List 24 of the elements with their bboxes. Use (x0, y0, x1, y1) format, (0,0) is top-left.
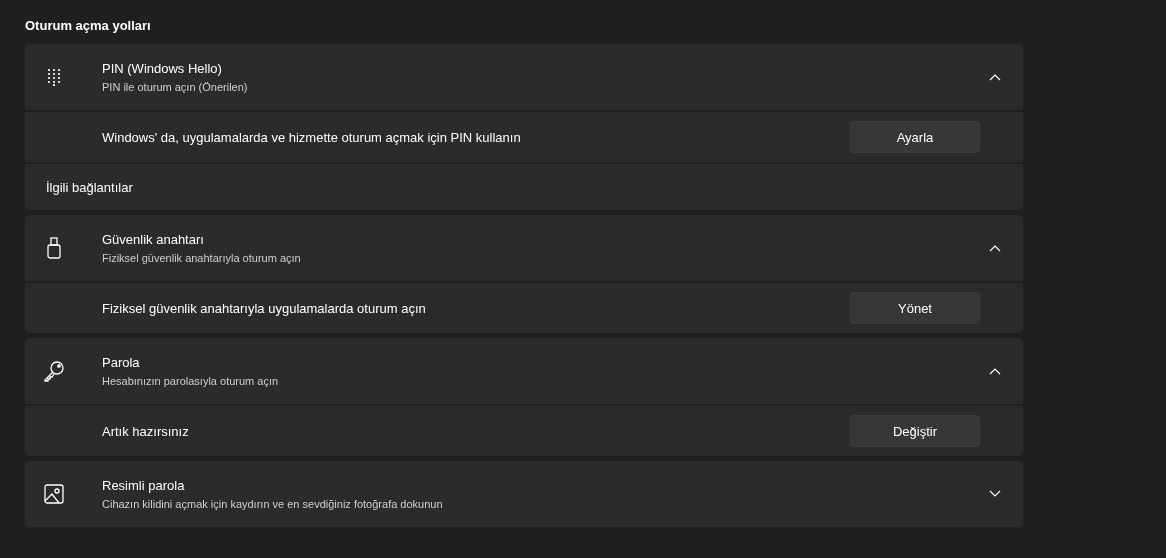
section-heading: Oturum açma yolları (25, 17, 152, 35)
keypad-icon (47, 68, 61, 86)
setting-label: Artık hazırsınız (102, 423, 190, 439)
expander-header[interactable]: Güvenlik anahtarı Fiziksel güvenlik anahtarıyla oturum açın (25, 215, 1023, 281)
related-links-label: İlgili bağlantılar (46, 179, 134, 195)
option-title: Resimli parola (102, 477, 186, 494)
image-icon (44, 484, 64, 504)
key-icon (43, 360, 65, 382)
expander-header[interactable]: Resimli parola Cihazın kilidini açmak için kaydırın ve en sevdiğiniz fotoğrafa dokunun (25, 461, 1023, 527)
option-title: Parola (102, 354, 141, 371)
option-description: Hesabınızın parolasıyla oturum açın (102, 373, 280, 388)
setting-label: Windows' da, uygulamalarda ve hizmette oturum açmak için PIN kullanın (102, 129, 522, 145)
option-description: Fiziksel güvenlik anahtarıyla oturum açın (102, 250, 302, 265)
option-title: Güvenlik anahtarı (102, 231, 205, 248)
expander-header[interactable]: Parola Hesabınızın parolasıyla oturum açın (25, 338, 1023, 404)
action-button[interactable]: Değiştir (850, 415, 980, 447)
action-button[interactable]: Ayarla (850, 121, 980, 153)
option-title: PIN (Windows Hello) (102, 60, 223, 77)
usb-key-icon (47, 237, 61, 259)
option-description: PIN ile oturum açın (Önerilen) (102, 79, 249, 94)
setting-label: Fiziksel güvenlik anahtarıyla uygulamalarda oturum açın (102, 300, 427, 316)
action-button[interactable]: Yönet (850, 292, 980, 324)
option-description: Cihazın kilidini açmak için kaydırın ve en sevdiğiniz fotoğrafa dokunun (102, 496, 444, 511)
expander-header[interactable]: PIN (Windows Hello) PIN ile oturum açın (Önerilen) (25, 44, 1023, 110)
